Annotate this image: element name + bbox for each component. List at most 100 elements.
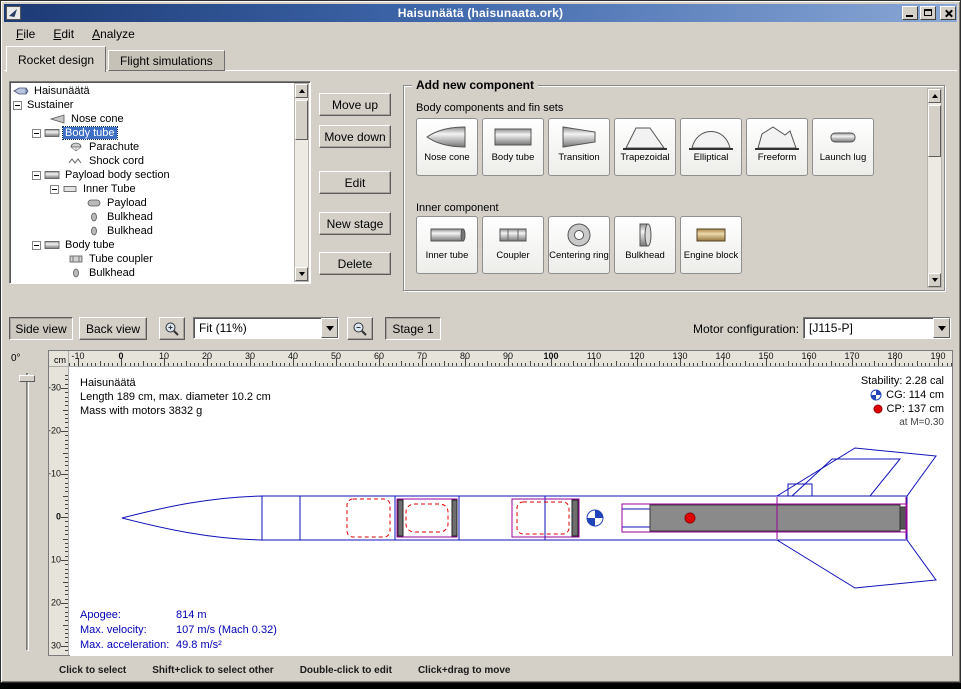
- ruler-tick: [65, 586, 68, 587]
- add-elliptical-fin-button[interactable]: Elliptical: [680, 118, 742, 176]
- back-view-button[interactable]: Back view: [79, 317, 147, 340]
- scroll-down-button[interactable]: [295, 267, 308, 281]
- add-launch-lug-button[interactable]: Launch lug: [812, 118, 874, 176]
- add-coupler-button[interactable]: Coupler: [482, 216, 544, 274]
- tree-item-bulkhead[interactable]: Bulkhead: [10, 224, 310, 238]
- close-button[interactable]: [940, 6, 956, 20]
- tree-item-body-tube-selected[interactable]: Body tube: [10, 126, 310, 140]
- tree-item-shock-cord[interactable]: Shock cord: [10, 154, 310, 168]
- ruler-tick: [362, 363, 363, 366]
- add-transition-button[interactable]: Transition: [548, 118, 610, 176]
- collapse-icon[interactable]: [13, 101, 22, 110]
- ruler-tick: [732, 363, 733, 366]
- move-down-button[interactable]: Move down: [319, 125, 391, 148]
- ruler-tick: [620, 363, 621, 366]
- ruler-tick: [65, 547, 68, 548]
- add-inner-tube-button[interactable]: Inner tube: [416, 216, 478, 274]
- zoom-in-button[interactable]: [159, 317, 185, 340]
- ruler-tick: [181, 363, 182, 366]
- delete-button[interactable]: Delete: [319, 252, 391, 275]
- title-bar[interactable]: Haisunäätä (haisunaata.ork): [4, 4, 957, 22]
- ruler-tick: [272, 361, 273, 366]
- add-engine-block-button[interactable]: Engine block: [680, 216, 742, 274]
- component-panel-scrollbar[interactable]: [927, 88, 942, 288]
- rotation-slider-thumb[interactable]: [19, 375, 35, 382]
- tree-item-parachute[interactable]: Parachute: [10, 140, 310, 154]
- scroll-down-button[interactable]: [928, 273, 941, 287]
- launch-lug-icon: [821, 122, 865, 152]
- tree-item-bulkhead[interactable]: Bulkhead: [10, 266, 310, 280]
- ruler-tick: [779, 363, 780, 366]
- tree-item-payload[interactable]: Payload: [10, 196, 310, 210]
- ruler-tick: [65, 427, 68, 428]
- add-body-tube-button[interactable]: Body tube: [482, 118, 544, 176]
- ruler-tick: [259, 363, 260, 366]
- tree-item-nose-cone[interactable]: Nose cone: [10, 112, 310, 126]
- ruler-tick: [568, 363, 569, 366]
- menu-analyze[interactable]: Analyze: [83, 25, 144, 43]
- centering-ring-icon: [557, 220, 601, 250]
- ruler-tick: [134, 363, 135, 366]
- component-tree[interactable]: Haisunäätä Sustainer Nose cone Body tube…: [9, 81, 311, 284]
- add-nose-cone-button[interactable]: Nose cone: [416, 118, 478, 176]
- rotation-slider[interactable]: [26, 373, 29, 651]
- motor-configuration-select[interactable]: [J115-P]: [803, 317, 951, 339]
- add-trapezoidal-fin-button[interactable]: Trapezoidal: [614, 118, 676, 176]
- ruler-tick: [663, 363, 664, 366]
- apogee-label: Apogee:: [80, 608, 176, 623]
- chevron-down-icon[interactable]: [321, 318, 338, 338]
- ruler-tick: [796, 363, 797, 366]
- chevron-down-icon[interactable]: [933, 318, 950, 338]
- move-up-button[interactable]: Move up: [319, 93, 391, 116]
- ruler-tick: [912, 363, 913, 366]
- menu-file[interactable]: File: [7, 25, 44, 43]
- zoom-out-icon: [352, 321, 368, 337]
- tree-item-payload-body-section[interactable]: Payload body section: [10, 168, 310, 182]
- ruler-tick: [147, 363, 148, 366]
- add-bulkhead-button[interactable]: Bulkhead: [614, 216, 676, 274]
- scroll-up-button[interactable]: [295, 84, 308, 98]
- tree-item-sustainer[interactable]: Sustainer: [10, 98, 310, 112]
- tree-item-inner-tube[interactable]: Inner Tube: [10, 182, 310, 196]
- menu-edit[interactable]: Edit: [44, 25, 83, 43]
- new-stage-button[interactable]: New stage: [319, 212, 391, 235]
- maximize-button[interactable]: [920, 6, 936, 20]
- tree-item-tube-coupler[interactable]: Tube coupler: [10, 252, 310, 266]
- ruler-tick: [190, 363, 191, 366]
- scroll-up-button[interactable]: [928, 89, 941, 103]
- tree-scrollbar[interactable]: [294, 83, 309, 282]
- ruler-tick: [456, 363, 457, 366]
- stage-1-toggle[interactable]: Stage 1: [385, 317, 441, 340]
- tree-item-bulkhead[interactable]: Bulkhead: [10, 210, 310, 224]
- add-freeform-fin-button[interactable]: Freeform: [746, 118, 808, 176]
- rocket-mass: Mass with motors 3832 g: [80, 404, 271, 418]
- collapse-icon[interactable]: [50, 185, 59, 194]
- minimize-button[interactable]: [902, 6, 918, 20]
- rocket-canvas[interactable]: Haisunäätä Length 189 cm, max. diameter …: [70, 368, 952, 656]
- collapse-icon[interactable]: [32, 241, 41, 250]
- body-tube-icon: [491, 122, 535, 152]
- zoom-level-select[interactable]: Fit (11%): [193, 317, 339, 339]
- tree-item-root[interactable]: Haisunäätä: [10, 84, 310, 98]
- add-centering-ring-button[interactable]: Centering ring: [548, 216, 610, 274]
- ruler-tick: [65, 375, 68, 376]
- ruler-tick: [491, 363, 492, 366]
- max-velocity-label: Max. velocity:: [80, 623, 176, 638]
- tab-rocket-design[interactable]: Rocket design: [6, 46, 106, 72]
- side-view-button[interactable]: Side view: [9, 317, 73, 340]
- ruler-tick: [65, 616, 68, 617]
- tree-item-body-tube[interactable]: Body tube: [10, 238, 310, 252]
- collapse-icon[interactable]: [32, 129, 41, 138]
- ruler-tick: [947, 363, 948, 366]
- ruler-tick: [65, 508, 68, 509]
- group-title: Add new component: [412, 78, 538, 92]
- scrollbar-thumb[interactable]: [928, 105, 941, 157]
- scrollbar-thumb[interactable]: [295, 100, 308, 140]
- mach-note: at M=0.30: [861, 416, 944, 430]
- zoom-out-button[interactable]: [347, 317, 373, 340]
- ruler-tick: [401, 361, 402, 366]
- ruler-tick: [65, 530, 68, 531]
- tab-flight-simulations[interactable]: Flight simulations: [108, 50, 225, 71]
- collapse-icon[interactable]: [32, 171, 41, 180]
- edit-button[interactable]: Edit: [319, 171, 391, 194]
